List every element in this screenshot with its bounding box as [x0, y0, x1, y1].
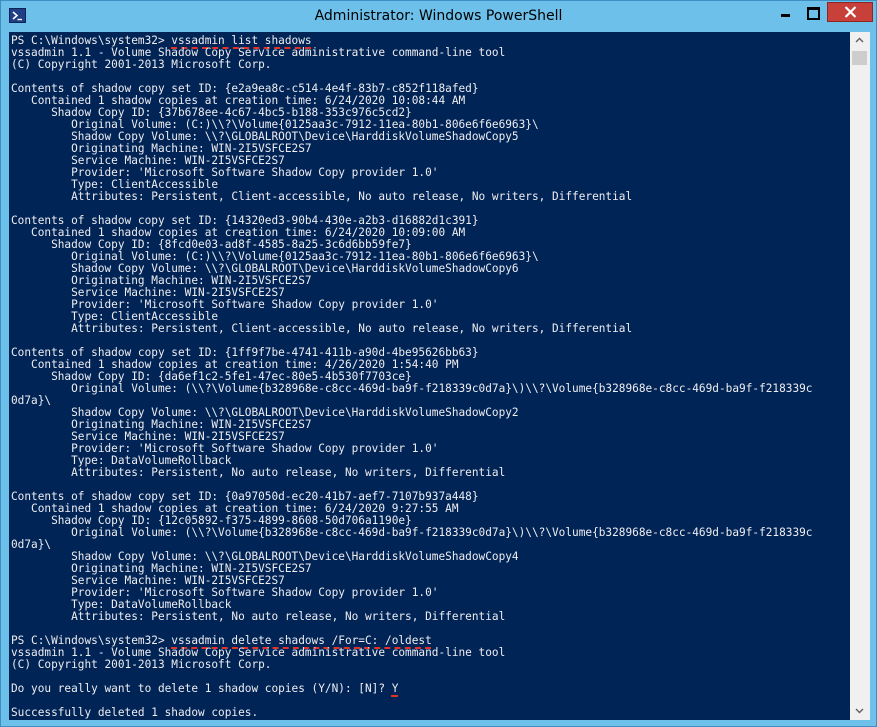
minimize-icon — [781, 14, 790, 17]
chevron-down-icon — [855, 708, 864, 714]
console-line: Attributes: Persistent, No auto release,… — [11, 611, 850, 623]
console-line-text: Original Volume: (\\?\Volume{b328968e-c8… — [11, 382, 813, 395]
console-line-text: (C) Copyright 2001-2013 Microsoft Corp. — [11, 58, 272, 71]
console-line: Successfully deleted 1 shadow copies. — [11, 707, 850, 719]
console-line-text: (C) Copyright 2001-2013 Microsoft Corp. — [11, 658, 272, 671]
close-icon — [844, 6, 857, 18]
scroll-up-button[interactable] — [850, 32, 870, 49]
maximize-button[interactable] — [799, 2, 826, 22]
console-line: (C) Copyright 2001-2013 Microsoft Corp. — [11, 659, 850, 671]
console-line-text: Original Volume: (\\?\Volume{b328968e-c8… — [11, 526, 813, 539]
title-bar[interactable]: Administrator: Windows PowerShell — [1, 1, 876, 32]
maximize-icon — [807, 7, 820, 20]
console-line: (C) Copyright 2001-2013 Microsoft Corp. — [11, 59, 850, 71]
console-line: Attributes: Persistent, Client-accessibl… — [11, 191, 850, 203]
console-line-text: Attributes: Persistent, Client-accessibl… — [11, 190, 633, 203]
powershell-window: Administrator: Windows PowerShell PS C:\… — [0, 0, 877, 727]
scroll-down-button[interactable] — [850, 703, 870, 720]
vertical-scrollbar[interactable] — [850, 32, 870, 720]
console-line: Original Volume: (\\?\Volume{b328968e-c8… — [11, 383, 850, 395]
console-line: Do you really want to delete 1 shadow co… — [11, 683, 850, 695]
console-line-text: Attributes: Persistent, No auto release,… — [11, 466, 506, 479]
console-line-text: Do you really want to delete 1 shadow co… — [11, 682, 392, 695]
window-title: Administrator: Windows PowerShell — [314, 8, 563, 24]
close-button[interactable] — [827, 2, 873, 22]
scroll-thumb[interactable] — [852, 51, 867, 65]
console-line: Original Volume: (\\?\Volume{b328968e-c8… — [11, 527, 850, 539]
console-output[interactable]: PS C:\Windows\system32> vssadmin list sh… — [9, 32, 850, 720]
console-text: PS C:\Windows\system32> vssadmin list sh… — [9, 32, 850, 719]
minimize-button[interactable] — [772, 2, 798, 22]
console-line-text: Attributes: Persistent, Client-accessibl… — [11, 322, 633, 335]
console-line-text: Attributes: Persistent, No auto release,… — [11, 610, 506, 623]
console-line-text: Successfully deleted 1 shadow copies. — [11, 706, 259, 719]
highlighted-command: Y — [391, 682, 399, 695]
console-line: Attributes: Persistent, Client-accessibl… — [11, 323, 850, 335]
chevron-up-icon — [855, 37, 864, 43]
console-line: Attributes: Persistent, No auto release,… — [11, 467, 850, 479]
